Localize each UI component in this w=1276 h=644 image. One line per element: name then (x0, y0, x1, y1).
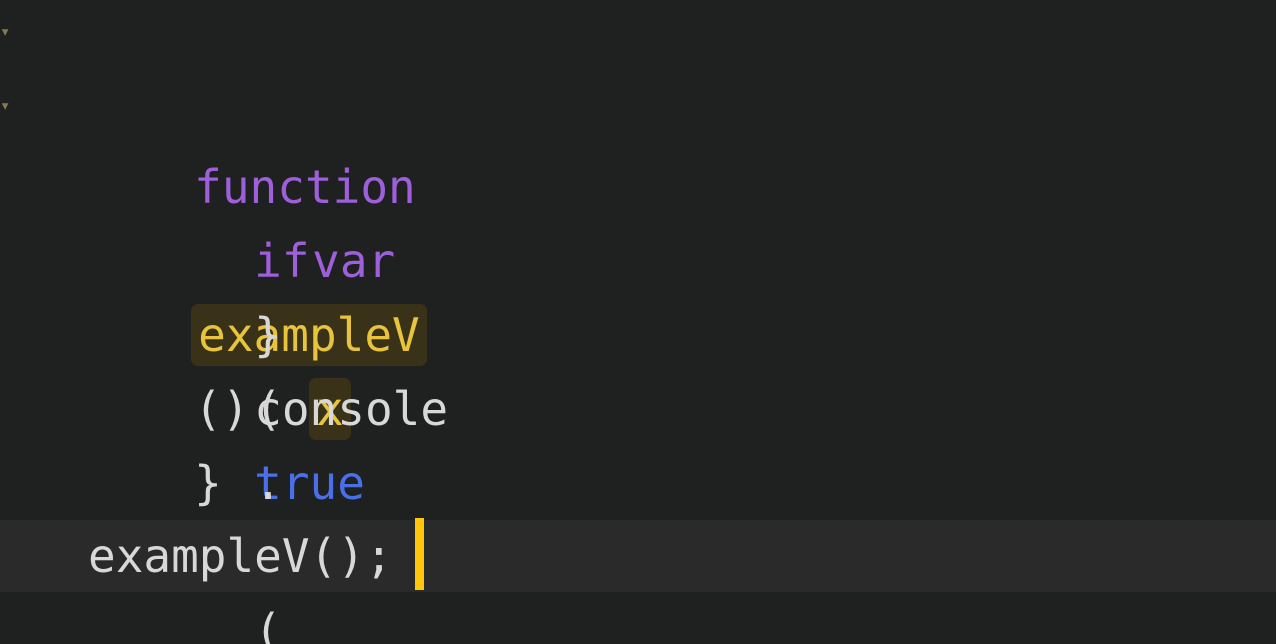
open-paren-line-5: ( (254, 604, 282, 644)
dot-accessor: . (254, 456, 282, 510)
text-caret (415, 518, 424, 590)
code-line-2[interactable]: ▾ if ( true ) { (0, 76, 1276, 584)
code-lines-container: ▾ function exampleV () { ▾ if ( true ) {… (0, 0, 1276, 644)
code-line-1[interactable]: ▾ function exampleV () { (0, 2, 1276, 584)
code-line-5[interactable]: console . log ( x ) ; // Outputs 22 (0, 298, 1276, 644)
active-code-line[interactable]: exampleV(); (0, 520, 1276, 592)
code-line-3[interactable]: var x = 22 ; (0, 150, 1276, 584)
code-line-4[interactable]: } (0, 224, 1276, 362)
space-7 (312, 604, 340, 644)
close-brace-line-6: } (194, 456, 222, 510)
fold-arrow-icon-line-2[interactable]: ▾ (0, 98, 16, 114)
space-6 (312, 456, 340, 510)
code-editor-viewport[interactable]: ▾ function exampleV () { ▾ if ( true ) {… (0, 0, 1276, 644)
fold-arrow-icon-line-1[interactable]: ▾ (0, 24, 16, 40)
code-line-6[interactable]: } (0, 372, 1276, 510)
